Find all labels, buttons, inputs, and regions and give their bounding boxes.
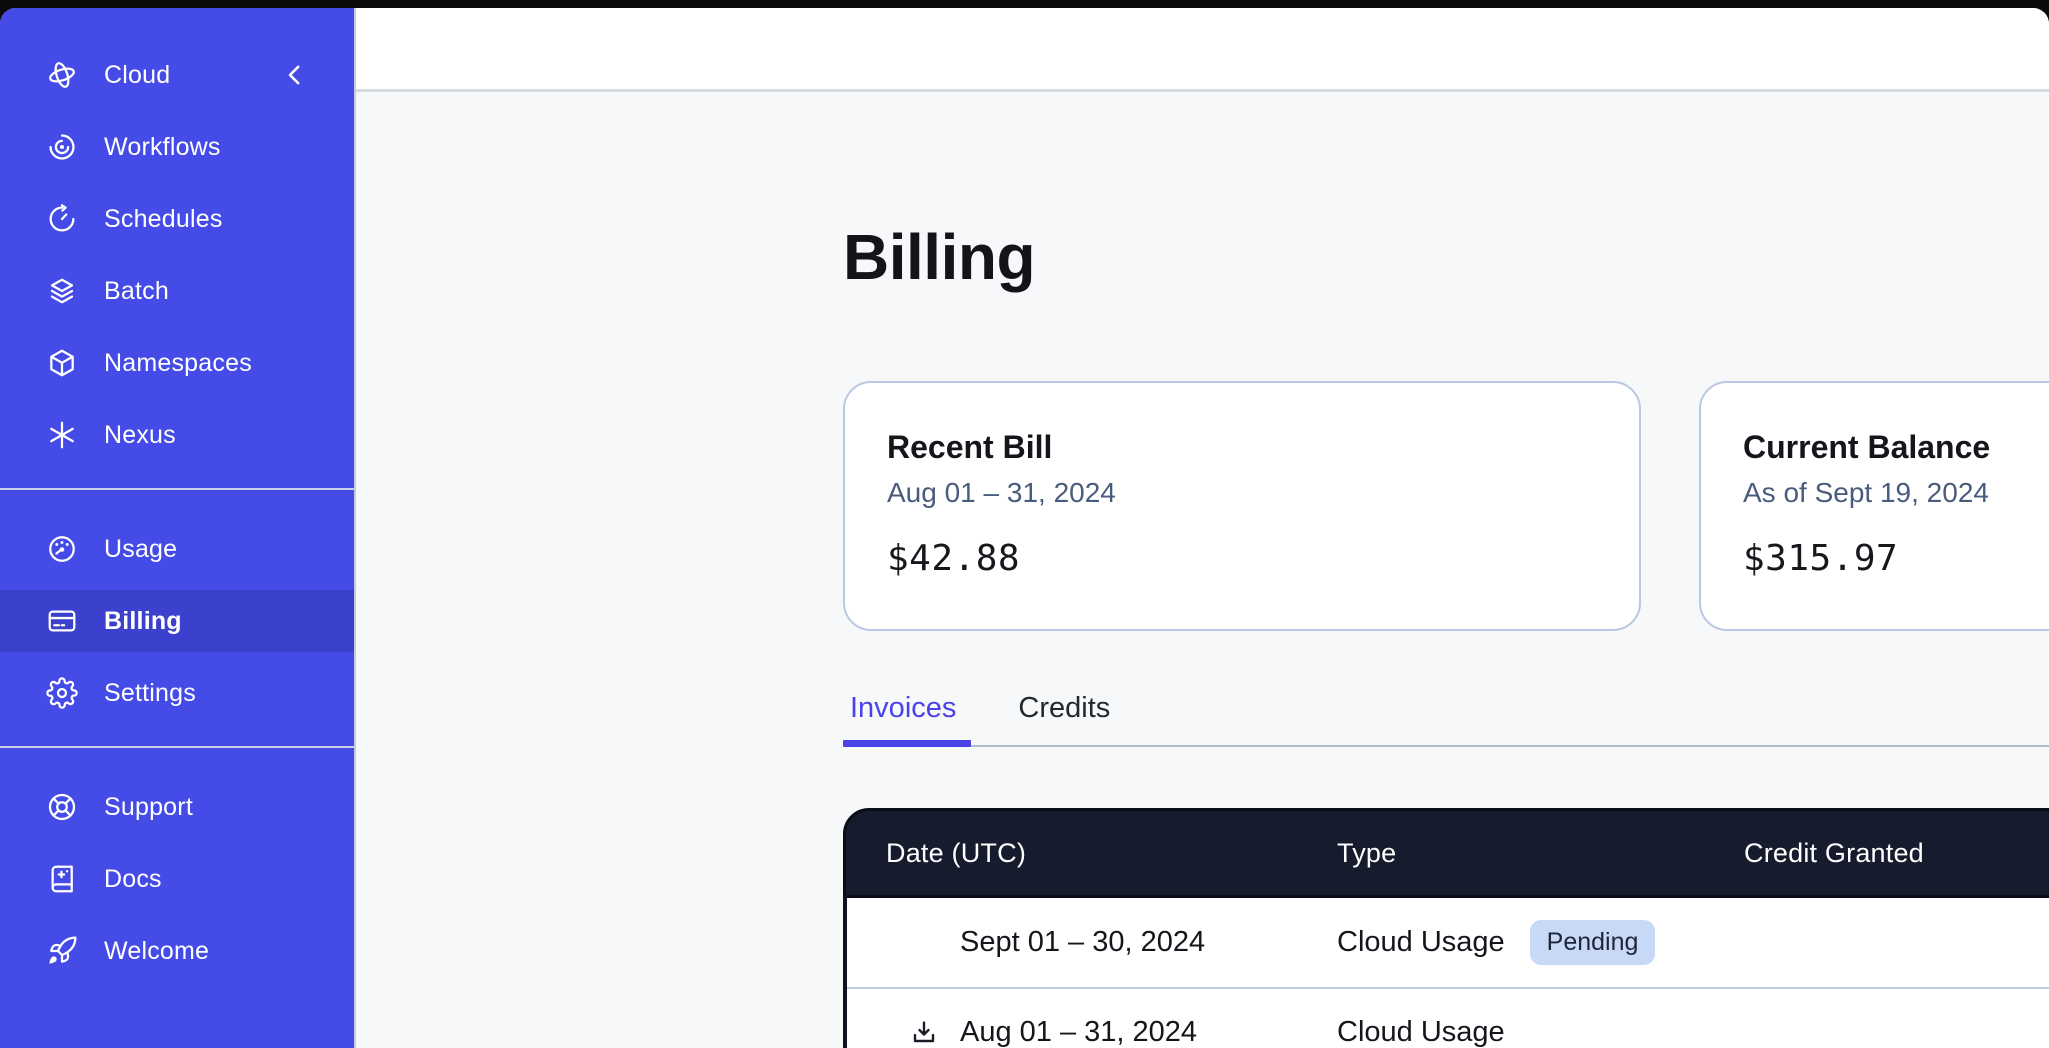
sidebar-item-welcome[interactable]: Welcome (0, 920, 354, 982)
invoice-date: Sept 01 – 30, 2024 (960, 926, 1205, 959)
tab-invoices[interactable]: Invoices (843, 692, 963, 725)
invoice-type: Cloud Usage (1337, 1016, 1505, 1048)
card-date-range: Aug 01 – 31, 2024 (887, 477, 1639, 509)
table-body: Sept 01 – 30, 2024 Cloud Usage Pending A… (843, 898, 2049, 1048)
card-date-range: As of Sept 19, 2024 (1743, 477, 2049, 509)
top-bar (356, 8, 2049, 92)
sidebar-item-billing[interactable]: Billing (0, 590, 354, 652)
current-balance-card: Current Balance As of Sept 19, 2024 $315… (1699, 381, 2049, 631)
sidebar-item-label: Welcome (104, 937, 209, 966)
namespaces-icon (46, 347, 78, 379)
active-tab-underline (843, 740, 971, 747)
sidebar-item-support[interactable]: Support (0, 776, 354, 838)
status-badge: Pending (1530, 920, 1656, 965)
docs-icon (46, 863, 78, 895)
sidebar-item-label: Batch (104, 277, 169, 306)
date-cell: Sept 01 – 30, 2024 (847, 926, 1337, 959)
sidebar-item-settings[interactable]: Settings (0, 662, 354, 724)
sidebar-item-docs[interactable]: Docs (0, 848, 354, 910)
usage-icon (46, 533, 78, 565)
card-title: Current Balance (1743, 429, 2049, 466)
batch-icon (46, 275, 78, 307)
sidebar-header-cloud[interactable]: Cloud (0, 44, 354, 106)
sidebar-item-label: Billing (104, 607, 182, 636)
invoice-date: Aug 01 – 31, 2024 (960, 1016, 1197, 1048)
download-invoice-icon[interactable] (909, 1018, 939, 1048)
column-header-date: Date (UTC) (846, 838, 1337, 869)
recent-bill-card: Recent Bill Aug 01 – 31, 2024 $42.88 (843, 381, 1641, 631)
schedules-icon (46, 203, 78, 235)
invoices-table: Date (UTC) Type Credit Granted Sept 01 –… (843, 808, 2049, 1048)
page-title: Billing (843, 220, 1035, 294)
sidebar-divider (0, 746, 354, 748)
card-amount: $42.88 (887, 538, 1639, 579)
type-cell: Cloud Usage Pending (1337, 920, 1744, 965)
app-window: Cloud Workflows Schedules Batch (0, 8, 2049, 1048)
sidebar-item-schedules[interactable]: Schedules (0, 188, 354, 250)
sidebar-item-namespaces[interactable]: Namespaces (0, 332, 354, 394)
chevron-left-icon[interactable] (280, 60, 310, 90)
welcome-rocket-icon (46, 935, 78, 967)
date-cell: Aug 01 – 31, 2024 (847, 1016, 1337, 1048)
temporal-cloud-logo-icon (46, 59, 78, 91)
sidebar-item-label: Settings (104, 679, 196, 708)
sidebar-item-label: Workflows (104, 133, 221, 162)
tabs-baseline (843, 745, 2049, 747)
sidebar-item-label: Support (104, 793, 193, 822)
sidebar-item-label: Schedules (104, 205, 223, 234)
billing-summary-cards: Recent Bill Aug 01 – 31, 2024 $42.88 Cur… (843, 381, 2049, 631)
type-cell: Cloud Usage (1337, 1016, 1744, 1048)
billing-icon (46, 605, 78, 637)
workflows-icon (46, 131, 78, 163)
card-amount: $315.97 (1743, 538, 2049, 579)
sidebar-item-nexus[interactable]: Nexus (0, 404, 354, 466)
billing-tabs: Invoices Credits (843, 692, 1117, 725)
sidebar-item-label: Nexus (104, 421, 176, 450)
card-title: Recent Bill (887, 429, 1639, 466)
invoice-type: Cloud Usage (1337, 926, 1505, 959)
tab-credits[interactable]: Credits (1011, 692, 1117, 725)
sidebar: Cloud Workflows Schedules Batch (0, 8, 356, 1048)
support-icon (46, 791, 78, 823)
sidebar-item-usage[interactable]: Usage (0, 518, 354, 580)
table-row[interactable]: Aug 01 – 31, 2024 Cloud Usage (847, 987, 2049, 1048)
nexus-icon (46, 419, 78, 451)
sidebar-header-label: Cloud (104, 61, 170, 90)
table-header-row: Date (UTC) Type Credit Granted (843, 808, 2049, 898)
sidebar-item-workflows[interactable]: Workflows (0, 116, 354, 178)
sidebar-item-label: Namespaces (104, 349, 252, 378)
sidebar-item-label: Docs (104, 865, 162, 894)
table-row[interactable]: Sept 01 – 30, 2024 Cloud Usage Pending (847, 898, 2049, 987)
sidebar-item-label: Usage (104, 535, 177, 564)
column-header-credit-granted: Credit Granted (1744, 838, 2049, 869)
column-header-type: Type (1337, 838, 1744, 869)
settings-icon (46, 677, 78, 709)
sidebar-divider (0, 488, 354, 490)
sidebar-item-batch[interactable]: Batch (0, 260, 354, 322)
